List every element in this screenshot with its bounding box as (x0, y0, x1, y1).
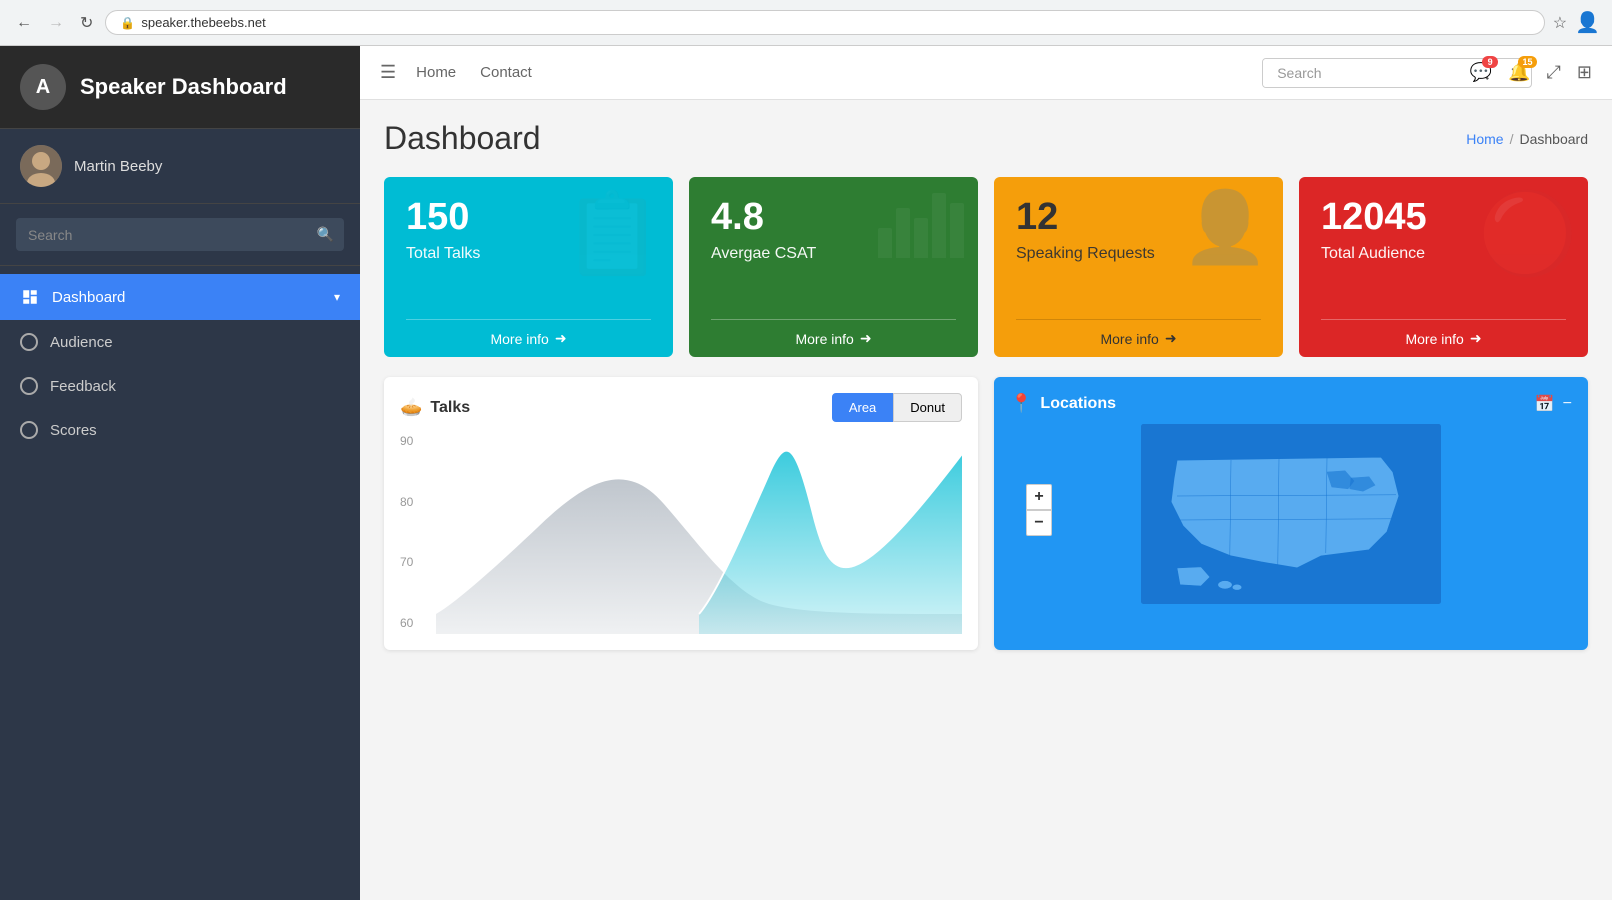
bookmark-icon[interactable]: ☆ (1553, 13, 1567, 33)
map-header: 📍 Locations 📅 − (1010, 393, 1572, 414)
breadcrumb-separator: / (1510, 131, 1514, 147)
sidebar-search-input[interactable] (16, 219, 307, 251)
breadcrumb-current: Dashboard (1520, 131, 1589, 147)
talks-chart-area: 90 80 70 60 (400, 434, 962, 634)
fullscreen-icon[interactable]: ⤢ (1547, 62, 1561, 83)
map-title: Locations (1040, 395, 1116, 413)
total-audience-more-info[interactable]: More info ➜ (1321, 319, 1566, 357)
chart-donut-button[interactable]: Donut (893, 393, 962, 422)
notifications-button[interactable]: 🔔 15 (1508, 62, 1530, 83)
chevron-down-icon: ▾ (334, 290, 340, 304)
dashboard-label: Dashboard (52, 289, 125, 306)
map-title-row: 📍 Locations (1010, 393, 1116, 414)
app-container: A Speaker Dashboard Martin Beeby 🔍 (0, 46, 1612, 900)
page-title: Dashboard (384, 120, 541, 157)
page-header: Dashboard Home / Dashboard (384, 120, 1588, 157)
talks-svg (436, 434, 962, 634)
map-calendar-icon[interactable]: 📅 (1535, 394, 1555, 414)
sidebar-item-feedback[interactable]: Feedback (0, 364, 360, 408)
topbar-nav: Home Contact (416, 64, 532, 81)
stat-card-speaking-requests: 12 Speaking Requests 👤 More info ➜ (994, 177, 1283, 357)
dashboard-icon (20, 287, 40, 307)
lock-icon: 🔒 (120, 16, 135, 30)
refresh-button[interactable]: ↻ (76, 9, 97, 37)
page-area: Dashboard Home / Dashboard 150 Total Tal… (360, 100, 1612, 900)
user-name: Martin Beeby (74, 158, 162, 175)
sidebar-item-scores[interactable]: Scores (0, 408, 360, 452)
breadcrumb-home[interactable]: Home (1466, 131, 1503, 147)
breadcrumb: Home / Dashboard (1466, 131, 1588, 147)
sidebar-search-button[interactable]: 🔍 (307, 218, 344, 251)
map-icons: 📅 − (1535, 394, 1572, 414)
locations-map-card: 📍 Locations 📅 − + − (994, 377, 1588, 650)
talks-chart-title: Talks (430, 399, 470, 417)
browser-actions: ☆ 👤 (1553, 10, 1600, 35)
pie-chart-icon: 🥧 (400, 397, 422, 418)
hamburger-icon[interactable]: ☰ (380, 62, 396, 83)
speaking-requests-more-info[interactable]: More info ➜ (1016, 319, 1261, 357)
feedback-radio (20, 377, 38, 395)
stat-cards: 150 Total Talks 📋 More info ➜ 4.8 Averga… (384, 177, 1588, 357)
sidebar: A Speaker Dashboard Martin Beeby 🔍 (0, 46, 360, 900)
total-talks-bg-icon: 📋 (563, 187, 663, 281)
forward-button[interactable]: → (44, 10, 68, 36)
talks-chart-card: 🥧 Talks Area Donut 90 80 70 (384, 377, 978, 650)
csat-more-info-arrow-icon: ➜ (860, 330, 872, 347)
y-axis-labels: 90 80 70 60 (400, 434, 436, 634)
sidebar-item-audience[interactable]: Audience (0, 320, 360, 364)
map-zoom-controls: + − (1026, 484, 1052, 536)
grid-icon[interactable]: ⊞ (1577, 62, 1592, 83)
messages-badge: 9 (1482, 56, 1498, 68)
search-wrapper: 🔍 (16, 218, 344, 251)
user-avatar (20, 145, 62, 187)
notifications-badge: 15 (1518, 56, 1536, 68)
requests-more-info-arrow-icon: ➜ (1165, 330, 1177, 347)
sidebar-header: A Speaker Dashboard (0, 46, 360, 129)
scores-label: Scores (50, 422, 97, 439)
main-content: ☰ Home Contact 🔍 ✕ 🔍 💬 9 🔔 15 (360, 46, 1612, 900)
sidebar-user: Martin Beeby (0, 129, 360, 204)
audience-more-info-arrow-icon: ➜ (1470, 330, 1482, 347)
audience-label: Audience (50, 334, 113, 351)
us-map-svg (1010, 424, 1572, 604)
topbar-contact-link[interactable]: Contact (480, 64, 532, 81)
chart-btn-group: Area Donut (832, 393, 962, 422)
stat-card-avg-csat: 4.8 Avergae CSAT More info ➜ (689, 177, 978, 357)
stat-card-total-audience: 12045 Total Audience 🔴 More info ➜ (1299, 177, 1588, 357)
url-text: speaker.thebeebs.net (141, 15, 265, 30)
chart-header: 🥧 Talks Area Donut (400, 393, 962, 422)
feedback-label: Feedback (50, 378, 116, 395)
map-minimize-icon[interactable]: − (1563, 394, 1572, 414)
audience-radio (20, 333, 38, 351)
browser-chrome: ← → ↻ 🔒 speaker.thebeebs.net ☆ 👤 (0, 0, 1612, 46)
topbar-home-link[interactable]: Home (416, 64, 456, 81)
sidebar-item-dashboard[interactable]: Dashboard ▾ (0, 274, 360, 320)
back-button[interactable]: ← (12, 10, 36, 36)
messages-button[interactable]: 💬 9 (1470, 62, 1492, 83)
map-pin-icon: 📍 (1010, 393, 1032, 414)
chart-title-row: 🥧 Talks (400, 397, 470, 418)
bottom-row: 🥧 Talks Area Donut 90 80 70 (384, 377, 1588, 650)
address-bar[interactable]: 🔒 speaker.thebeebs.net (105, 10, 1544, 35)
scores-radio (20, 421, 38, 439)
topbar-search-input[interactable] (1263, 59, 1463, 87)
user-icon[interactable]: 👤 (1575, 10, 1600, 35)
zoom-out-button[interactable]: − (1026, 510, 1052, 536)
sidebar-title: Speaker Dashboard (80, 74, 287, 100)
sidebar-search-section: 🔍 (0, 204, 360, 266)
csat-bar-chart-bg (878, 193, 964, 258)
more-info-arrow-icon: ➜ (555, 330, 567, 347)
sidebar-logo: A (20, 64, 66, 110)
total-talks-more-info[interactable]: More info ➜ (406, 319, 651, 357)
zoom-in-button[interactable]: + (1026, 484, 1052, 510)
avg-csat-more-info[interactable]: More info ➜ (711, 319, 956, 357)
map-container: + − (1010, 424, 1572, 609)
topbar: ☰ Home Contact 🔍 ✕ 🔍 💬 9 🔔 15 (360, 46, 1612, 100)
chart-svg-wrapper (436, 434, 962, 634)
sidebar-nav: Dashboard ▾ Audience Feedback Scores (0, 266, 360, 900)
stat-card-total-talks: 150 Total Talks 📋 More info ➜ (384, 177, 673, 357)
chart-area-button[interactable]: Area (832, 393, 893, 422)
